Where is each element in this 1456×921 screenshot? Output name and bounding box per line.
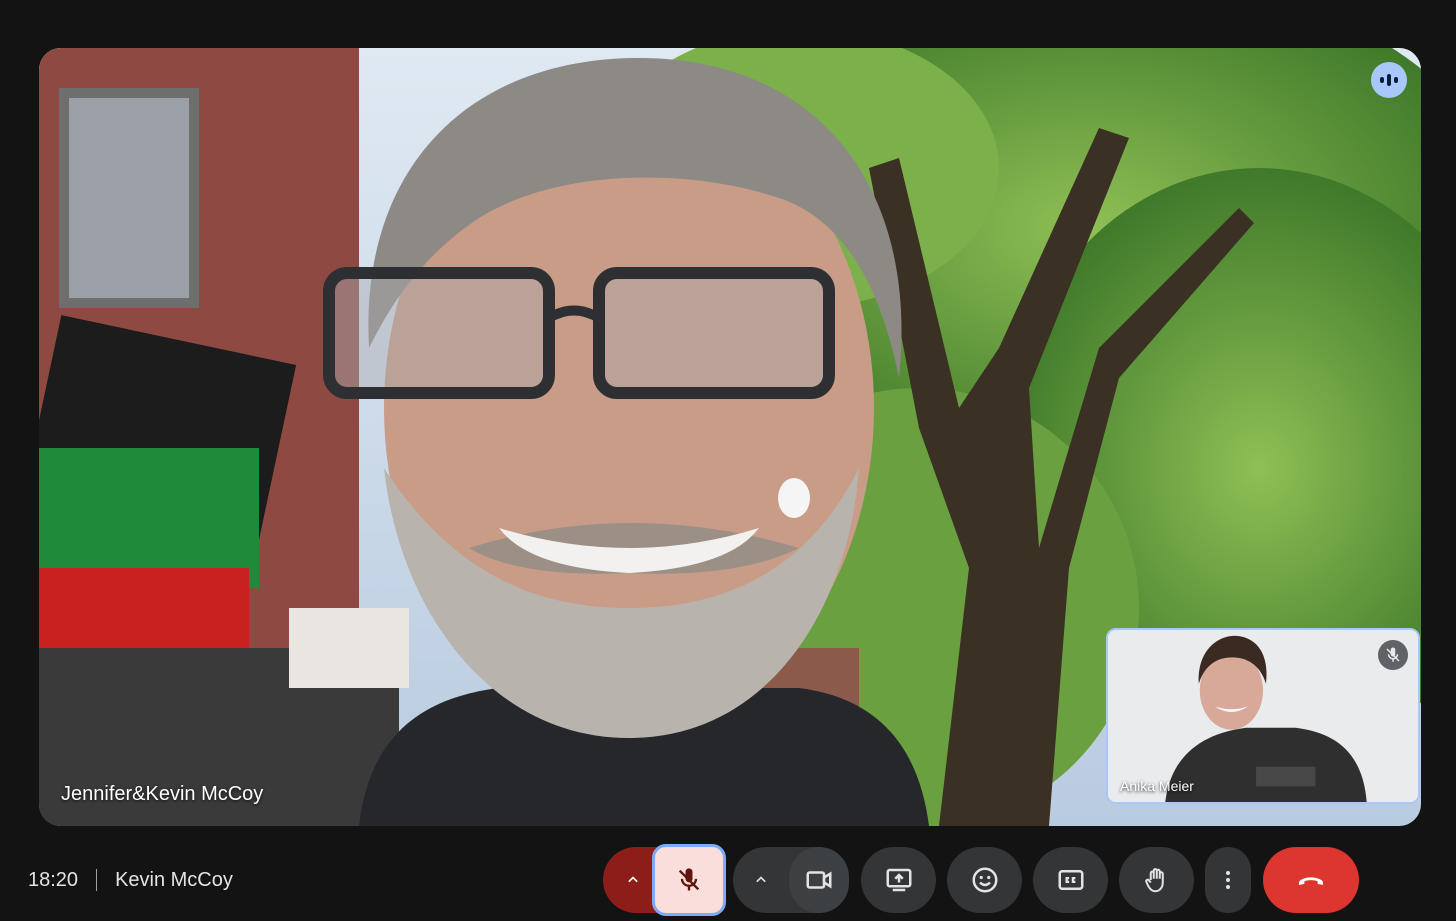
meeting-info: 18:20 Kevin McCoy <box>28 866 233 894</box>
camera-toggle-button[interactable] <box>789 847 849 913</box>
chevron-up-icon <box>756 876 766 883</box>
self-view-tile[interactable]: Anika Meier <box>1106 628 1420 804</box>
more-vertical-icon <box>1226 871 1230 889</box>
self-view-frame <box>1108 630 1418 802</box>
call-end-icon <box>1299 877 1323 885</box>
main-participant-name: Jennifer&Kevin McCoy <box>61 783 264 805</box>
present-now-button[interactable] <box>861 847 936 913</box>
emoji-icon <box>972 867 997 893</box>
self-participant-name: Anika Meier <box>1120 778 1194 794</box>
captions-button[interactable] <box>1033 847 1108 913</box>
speaking-indicator-icon <box>1371 62 1407 98</box>
camera-group <box>733 847 849 913</box>
reactions-button[interactable] <box>947 847 1022 913</box>
meeting-time: 18:20 <box>28 868 79 891</box>
videocam-icon <box>806 871 832 889</box>
meet-call-window: Jennifer&Kevin McCoy Anika Meier 18:20 K… <box>0 0 1456 921</box>
divider <box>96 869 98 891</box>
closed-captions-icon <box>1058 870 1083 890</box>
present-screen-icon <box>886 868 911 892</box>
hand-icon <box>1144 868 1164 893</box>
user-name: Kevin McCoy <box>115 868 233 891</box>
raise-hand-button[interactable] <box>1119 847 1194 913</box>
more-options-button[interactable] <box>1205 847 1251 913</box>
leave-call-button[interactable] <box>1263 847 1359 913</box>
camera-options-button[interactable] <box>733 847 789 913</box>
mic-off-icon <box>678 868 700 891</box>
mic-toggle-button[interactable] <box>652 844 726 916</box>
mic-off-icon <box>1378 640 1408 670</box>
chevron-up-icon <box>628 876 638 883</box>
